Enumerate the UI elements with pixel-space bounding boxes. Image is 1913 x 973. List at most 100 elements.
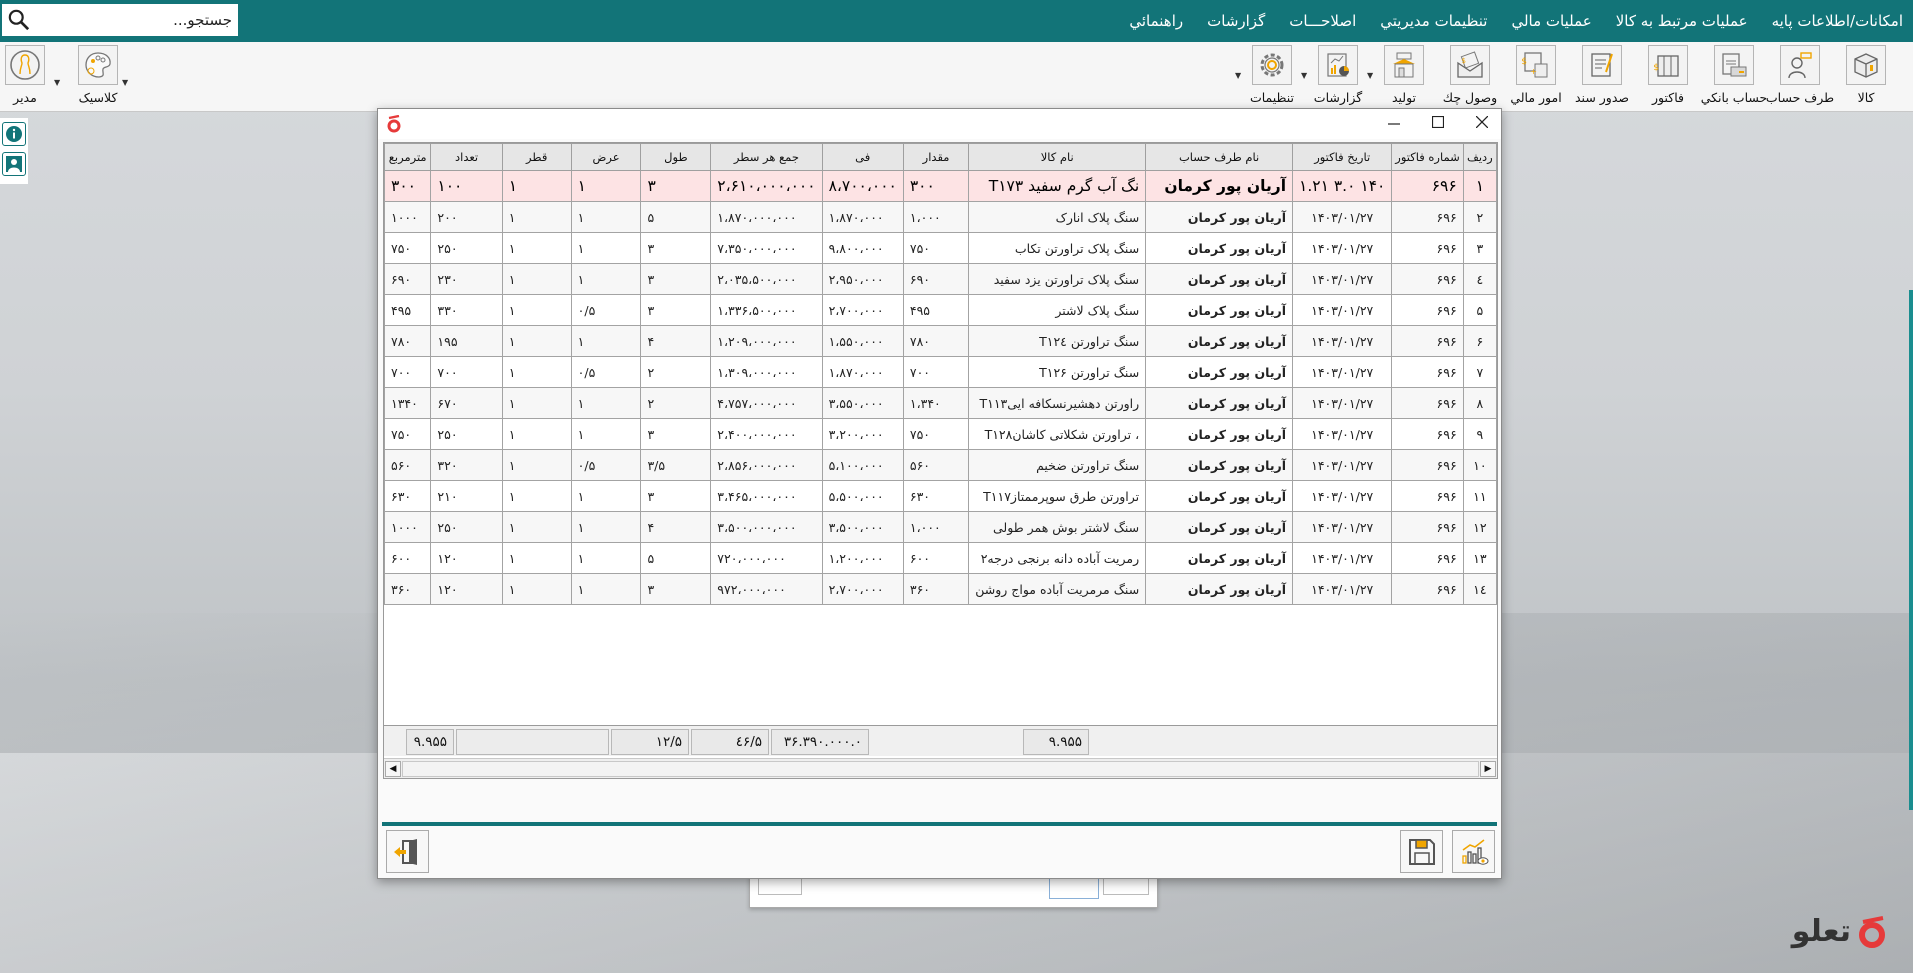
cell-row-total[interactable]: ۳،۵۰۰،۰۰۰،۰۰۰ xyxy=(710,511,823,543)
table-row[interactable]: ۵ ۶۹۶ ۱۴۰۳/۰۱/۲۷ آريان پور کرمان سنگ پلاک لا… xyxy=(384,294,1497,326)
cell-quantity[interactable]: ۶۹۰ xyxy=(902,263,970,295)
cell-account-name[interactable]: آريان پور کرمان xyxy=(1145,542,1294,574)
scroll-right-button[interactable]: ▶ xyxy=(1480,761,1496,777)
cell-invoice-number[interactable]: ۶۹۶ xyxy=(1391,170,1464,202)
cell-row-total[interactable]: ۲،۸۵۶،۰۰۰،۰۰۰ xyxy=(710,449,823,481)
table-row[interactable]: ۹ ۶۹۶ ۱۴۰۳/۰۱/۲۷ آريان پور کرمان ، تراورتن ش… xyxy=(384,418,1497,450)
col-header-row-number[interactable]: رديف xyxy=(1462,143,1497,171)
tool-goods[interactable]: کالا xyxy=(1833,45,1899,105)
cell-square-meter[interactable]: ۶۳۰ xyxy=(384,480,432,512)
tool-account-party[interactable]: طرف حساب xyxy=(1766,45,1834,105)
cell-invoice-number[interactable]: ۶۹۶ xyxy=(1391,387,1464,419)
menu-basic-info[interactable]: امکانات/اطلاعات پايه xyxy=(1760,12,1913,30)
table-row[interactable]: ۱۱ ۶۹۶ ۱۴۰۳/۰۱/۲۷ آريان پور کرمان تراورتن طر… xyxy=(384,480,1497,512)
cell-unit-price[interactable]: ۲،۹۵۰،۰۰۰ xyxy=(821,263,904,295)
cell-width[interactable]: ۱ xyxy=(570,573,642,605)
cell-width[interactable]: ۰/۵ xyxy=(570,449,642,481)
cell-invoice-date[interactable]: ۱۴۰ ۳.۰ ۱.۲۱ xyxy=(1292,170,1393,202)
cell-width[interactable]: ۱ xyxy=(570,480,642,512)
col-header-count[interactable]: تعداد xyxy=(430,143,503,171)
cell-invoice-number[interactable]: ۶۹۶ xyxy=(1391,449,1464,481)
cell-count[interactable]: ۲۳۰ xyxy=(430,263,503,295)
cell-row-total[interactable]: ۱،۳۰۹،۰۰۰،۰۰۰ xyxy=(710,356,823,388)
cell-invoice-number[interactable]: ۶۹۶ xyxy=(1391,418,1464,450)
menu-reports[interactable]: گزارشات xyxy=(1195,12,1277,30)
cell-square-meter[interactable]: ۴۹۵ xyxy=(384,294,432,326)
cell-item-name[interactable]: سنگ مرمريت آباده مواج روشن xyxy=(968,573,1147,605)
cell-length[interactable]: ۴ xyxy=(640,511,712,543)
cell-item-name[interactable]: سنگ تراورتن T۱۲٤ xyxy=(968,325,1147,357)
cell-row-total[interactable]: ۷۲۰،۰۰۰،۰۰۰ xyxy=(710,542,823,574)
col-header-length[interactable]: طول xyxy=(640,143,712,171)
cell-length[interactable]: ۳ xyxy=(640,294,712,326)
cell-row-number[interactable]: ۹ xyxy=(1462,418,1497,450)
cell-row-total[interactable]: ۴،۷۵۷،۰۰۰،۰۰۰ xyxy=(710,387,823,419)
cell-count[interactable]: ۱۲۰ xyxy=(430,542,503,574)
horizontal-scrollbar[interactable]: ◀ ▶ xyxy=(384,758,1497,778)
cell-quantity[interactable]: ۶۳۰ xyxy=(902,480,970,512)
cell-account-name[interactable]: آريان پور کرمان xyxy=(1145,449,1294,481)
cell-quantity[interactable]: ۵۶۰ xyxy=(902,449,970,481)
cell-row-number[interactable]: ۱۲ xyxy=(1462,511,1497,543)
cell-quantity[interactable]: ۷۵۰ xyxy=(902,232,970,264)
cell-invoice-date[interactable]: ۱۴۰۳/۰۱/۲۷ xyxy=(1292,356,1393,388)
cell-quantity[interactable]: ۷۰۰ xyxy=(902,356,970,388)
cell-unit-price[interactable]: ۲،۷۰۰،۰۰۰ xyxy=(821,573,904,605)
cell-row-number[interactable]: ۱۱ xyxy=(1462,480,1497,512)
cell-unit-price[interactable]: ۳،۵۰۰،۰۰۰ xyxy=(821,511,904,543)
maximize-button[interactable] xyxy=(1429,113,1447,131)
cell-unit-price[interactable]: ۱،۲۰۰،۰۰۰ xyxy=(821,542,904,574)
table-row[interactable]: ۱٤ ۶۹۶ ۱۴۰۳/۰۱/۲۷ آريان پور کرمان سنگ مرمريت… xyxy=(384,573,1497,605)
cell-account-name[interactable]: آريان پور کرمان xyxy=(1145,387,1294,419)
table-row[interactable]: ۱۰ ۶۹۶ ۱۴۰۳/۰۱/۲۷ آريان پور کرمان سنگ تراورت… xyxy=(384,449,1497,481)
col-header-unit-price[interactable]: فی xyxy=(821,143,904,171)
cell-count[interactable]: ۲۵۰ xyxy=(430,418,503,450)
cell-account-name[interactable]: آريان پور کرمان xyxy=(1145,573,1294,605)
cell-row-number[interactable]: ١ xyxy=(1462,170,1497,202)
tool-issue-document[interactable]: صدور سند xyxy=(1569,45,1635,105)
col-header-account-name[interactable]: نام طرف حساب xyxy=(1145,143,1294,171)
cell-thickness[interactable]: ۱ xyxy=(501,170,572,202)
table-row[interactable]: ٤ ۶۹۶ ۱۴۰۳/۰۱/۲۷ آريان پور کرمان سنگ پلاک تر… xyxy=(384,263,1497,295)
cell-width[interactable]: ۱ xyxy=(570,232,642,264)
search-input[interactable] xyxy=(48,11,238,29)
cell-quantity[interactable]: ۶۰۰ xyxy=(902,542,970,574)
cell-invoice-number[interactable]: ۶۹۶ xyxy=(1391,480,1464,512)
col-header-item-name[interactable]: نام کالا xyxy=(968,143,1147,171)
cell-account-name[interactable]: آريان پور کرمان xyxy=(1145,418,1294,450)
tool-reports[interactable]: گزارشات ▼ xyxy=(1301,45,1371,105)
cell-invoice-number[interactable]: ۶۹۶ xyxy=(1391,573,1464,605)
cell-count[interactable]: ۳۳۰ xyxy=(430,294,503,326)
cell-invoice-date[interactable]: ۱۴۰۳/۰۱/۲۷ xyxy=(1292,542,1393,574)
cell-row-number[interactable]: ۶ xyxy=(1462,325,1497,357)
cell-item-name[interactable]: سنگ پلاک انارک xyxy=(968,201,1147,233)
save-button[interactable] xyxy=(1400,830,1443,873)
cell-item-name[interactable]: سنگ تراورتن T۱۲۶ xyxy=(968,356,1147,388)
cell-thickness[interactable]: ۱ xyxy=(501,325,572,357)
cell-row-number[interactable]: ۷ xyxy=(1462,356,1497,388)
theme-dropdown-arrow[interactable]: ▼ xyxy=(122,78,128,87)
cell-square-meter[interactable]: ۶۹۰ xyxy=(384,263,432,295)
cell-unit-price[interactable]: ۱،۵۵۰،۰۰۰ xyxy=(821,325,904,357)
cell-account-name[interactable]: آريان پور کرمان xyxy=(1145,325,1294,357)
scroll-left-button[interactable]: ◀ xyxy=(385,761,401,777)
cell-unit-price[interactable]: ۵،۱۰۰،۰۰۰ xyxy=(821,449,904,481)
cell-length[interactable]: ۳ xyxy=(640,263,712,295)
cell-invoice-date[interactable]: ۱۴۰۳/۰۱/۲۷ xyxy=(1292,449,1393,481)
cell-unit-price[interactable]: ۵،۵۰۰،۰۰۰ xyxy=(821,480,904,512)
cell-invoice-number[interactable]: ۶۹۶ xyxy=(1391,232,1464,264)
col-header-invoice-date[interactable]: تاريخ فاکتور xyxy=(1292,143,1393,171)
search-icon[interactable] xyxy=(8,9,30,31)
cell-invoice-date[interactable]: ۱۴۰۳/۰۱/۲۷ xyxy=(1292,325,1393,357)
tool-settings[interactable]: تنظيمات ▼ xyxy=(1235,45,1305,105)
menu-admin-settings[interactable]: تنظيمات مديريتي xyxy=(1368,12,1499,30)
cell-row-number[interactable]: ۳ xyxy=(1462,232,1497,264)
cell-invoice-number[interactable]: ۶۹۶ xyxy=(1391,294,1464,326)
cell-invoice-date[interactable]: ۱۴۰۳/۰۱/۲۷ xyxy=(1292,573,1393,605)
cell-thickness[interactable]: ۱ xyxy=(501,573,572,605)
cell-length[interactable]: ۳/۵ xyxy=(640,449,712,481)
tool-production[interactable]: توليد ▼ xyxy=(1367,45,1437,105)
cell-length[interactable]: ۲ xyxy=(640,387,712,419)
cell-account-name[interactable]: آريان پور کرمان xyxy=(1145,511,1294,543)
cell-count[interactable]: ۱۰۰ xyxy=(430,170,503,202)
